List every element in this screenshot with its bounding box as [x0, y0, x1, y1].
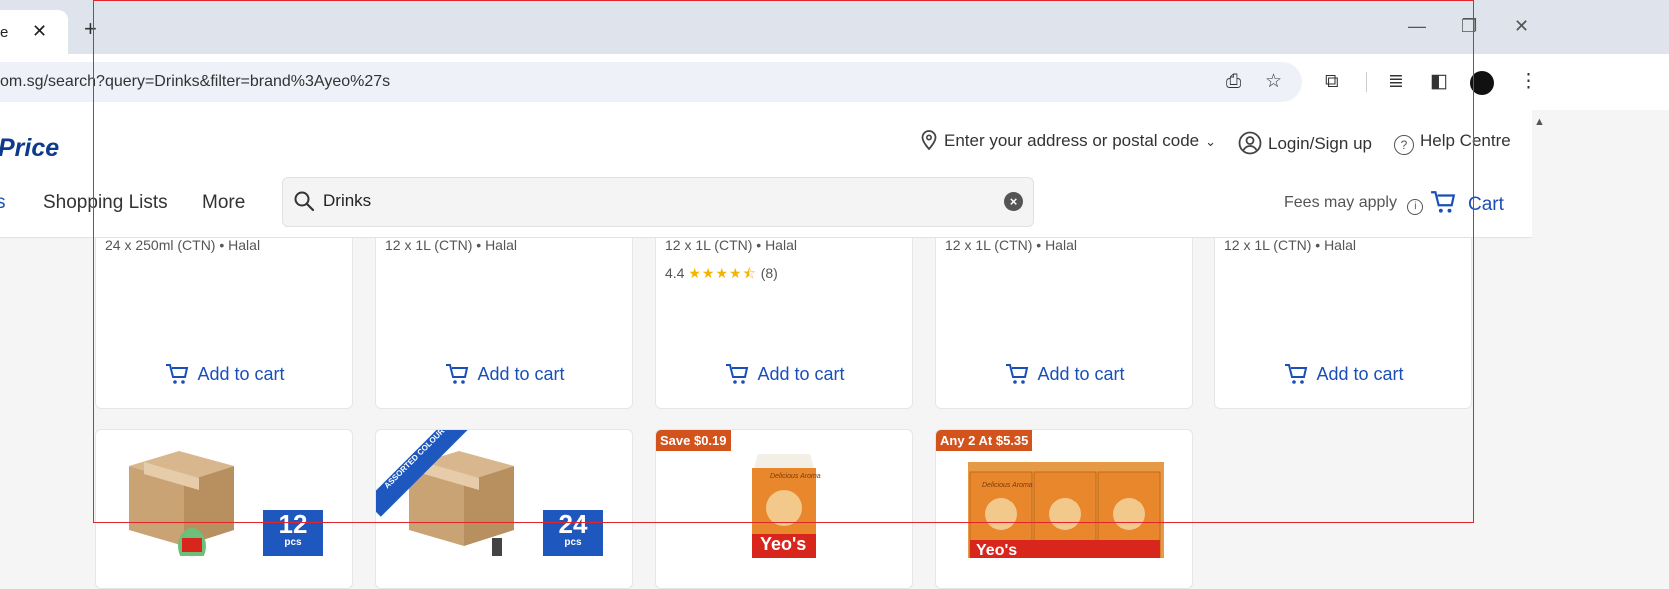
promo-badge: Save $0.19 [656, 430, 731, 451]
product-spec: 12 x 1L (CTN) • Halal [665, 237, 797, 253]
close-window-icon[interactable]: ✕ [1514, 17, 1529, 35]
add-to-cart-label: Add to cart [757, 364, 845, 384]
product-card[interactable]: 12 pcs [95, 429, 353, 589]
add-to-cart-button[interactable]: Add to cart [1215, 363, 1471, 385]
pack-count: 24 [558, 509, 588, 539]
product-card[interactable]: 24 x 250ml (CTN) • Halal Add to cart [95, 221, 353, 409]
address-selector[interactable]: Enter your address or postal code ⌄ [920, 130, 1216, 151]
product-card[interactable]: Save $0.19 Delicious Aroma Yeo's [655, 429, 913, 589]
nav-item-partial[interactable]: s [0, 192, 6, 214]
fees-notice: Fees may apply i [1284, 194, 1424, 215]
product-rating: 4.4 ★★★★⯪ (8) [665, 263, 778, 287]
review-count: (8) [760, 265, 778, 281]
reading-list-icon[interactable]: ≣ [1388, 72, 1404, 92]
cart-label: Cart [1468, 194, 1504, 215]
product-card[interactable]: ASSORTED COLOUR 24 pcs [375, 429, 633, 589]
profile-avatar[interactable] [1470, 71, 1494, 95]
product-spec: 12 x 1L (CTN) • Halal [1224, 237, 1356, 253]
product-card[interactable]: Any 2 At $5.35 Delicious Aroma Yeo's [935, 429, 1193, 589]
browser-tabstrip: e ✕ + — ❐ ✕ [0, 0, 1669, 54]
search-icon [294, 191, 315, 212]
toolbar-divider [1366, 72, 1367, 92]
search-input[interactable] [323, 188, 983, 214]
pack-unit: pcs [564, 537, 582, 548]
browser-tab[interactable]: e ✕ [0, 10, 68, 54]
help-question-icon: ? [1394, 135, 1414, 155]
product-card[interactable]: 12 x 1L (CTN) • Halal Add to cart [1214, 221, 1472, 409]
search-bar: × [282, 177, 1034, 227]
carton-text: Delicious Aroma [770, 473, 821, 480]
add-to-cart-label: Add to cart [1316, 364, 1404, 384]
login-signup-link[interactable]: Login/Sign up [1238, 131, 1372, 155]
brand-logo-text: Yeo's [760, 534, 807, 554]
cart-icon [726, 364, 749, 384]
nav-item-shopping-lists[interactable]: Shopping Lists [43, 192, 168, 214]
address-bar-url[interactable]: om.sg/search?query=Drinks&filter=brand%3… [0, 73, 390, 91]
nav-item-more[interactable]: More [202, 192, 245, 214]
side-panel-icon[interactable]: ◧ [1430, 72, 1448, 92]
promo-badge: Any 2 At $5.35 [936, 430, 1033, 451]
new-tab-icon[interactable]: + [84, 18, 97, 40]
add-to-cart-label: Add to cart [197, 364, 285, 384]
site-logo[interactable]: Price [0, 134, 59, 163]
product-spec: 12 x 1L (CTN) • Halal [385, 237, 517, 253]
cart-icon [1006, 364, 1029, 384]
help-centre-link[interactable]: ? Help Centre [1394, 131, 1511, 155]
login-label: Login/Sign up [1268, 134, 1372, 153]
browser-menu-icon[interactable]: ⋮ [1519, 72, 1538, 92]
cart-icon [1431, 191, 1456, 213]
product-spec: 24 x 250ml (CTN) • Halal [105, 237, 261, 253]
tab-title: e [0, 24, 9, 41]
minimize-icon[interactable]: — [1408, 17, 1426, 35]
scrollbar-up-arrow-icon[interactable]: ▲ [1534, 116, 1545, 128]
cart-icon [446, 364, 469, 384]
browser-toolbar: om.sg/search?query=Drinks&filter=brand%3… [0, 54, 1669, 110]
extensions-icon[interactable]: ⧉ [1325, 72, 1339, 92]
site-header: Price Enter your address or postal code ⌄… [0, 110, 1532, 238]
add-to-cart-button[interactable]: Add to cart [96, 363, 352, 385]
product-card[interactable]: 12 x 1L (CTN) • Halal Add to cart [935, 221, 1193, 409]
user-account-icon [1238, 131, 1262, 155]
add-to-cart-button[interactable]: Add to cart [376, 363, 632, 385]
address-bar[interactable]: om.sg/search?query=Drinks&filter=brand%3… [0, 62, 1302, 102]
add-to-cart-button[interactable]: Add to cart [656, 363, 912, 385]
carton-box-image [129, 451, 234, 556]
brand-logo-text: Yeo's [976, 542, 1018, 559]
pack-count-badge: 24 pcs [543, 510, 603, 556]
product-card[interactable]: 12 x 1L (CTN) • Halal 4.4 ★★★★⯪ (8) Add … [655, 221, 913, 409]
product-spec: 12 x 1L (CTN) • Halal [945, 237, 1077, 253]
fees-label: Fees may apply [1284, 194, 1397, 211]
add-to-cart-button[interactable]: Add to cart [936, 363, 1192, 385]
help-label: Help Centre [1420, 131, 1511, 150]
cart-icon [166, 364, 189, 384]
add-to-cart-label: Add to cart [1037, 364, 1125, 384]
pack-count: 12 [278, 509, 308, 539]
chevron-down-icon: ⌄ [1205, 134, 1217, 149]
cart-button[interactable]: Cart [1430, 190, 1504, 216]
tab-close-icon[interactable]: ✕ [32, 21, 47, 42]
rating-value: 4.4 [665, 265, 685, 281]
install-app-icon[interactable]: ⎙ [1226, 72, 1241, 92]
pack-unit: pcs [284, 537, 302, 548]
pack-count-badge: 12 pcs [263, 510, 323, 556]
clear-search-icon[interactable]: × [1004, 192, 1023, 211]
maximize-icon[interactable]: ❐ [1461, 17, 1477, 35]
address-placeholder: Enter your address or postal code [944, 131, 1200, 150]
location-pin-icon [921, 130, 937, 151]
info-icon[interactable]: i [1407, 199, 1424, 215]
carton-text: Delicious Aroma [982, 482, 1033, 489]
cart-icon [1285, 364, 1308, 384]
product-card[interactable]: 12 x 1L (CTN) • Halal Add to cart [375, 221, 633, 409]
bookmark-star-icon[interactable]: ☆ [1265, 72, 1282, 92]
rating-stars-icon: ★★★★⯪ [688, 265, 757, 281]
add-to-cart-label: Add to cart [477, 364, 565, 384]
